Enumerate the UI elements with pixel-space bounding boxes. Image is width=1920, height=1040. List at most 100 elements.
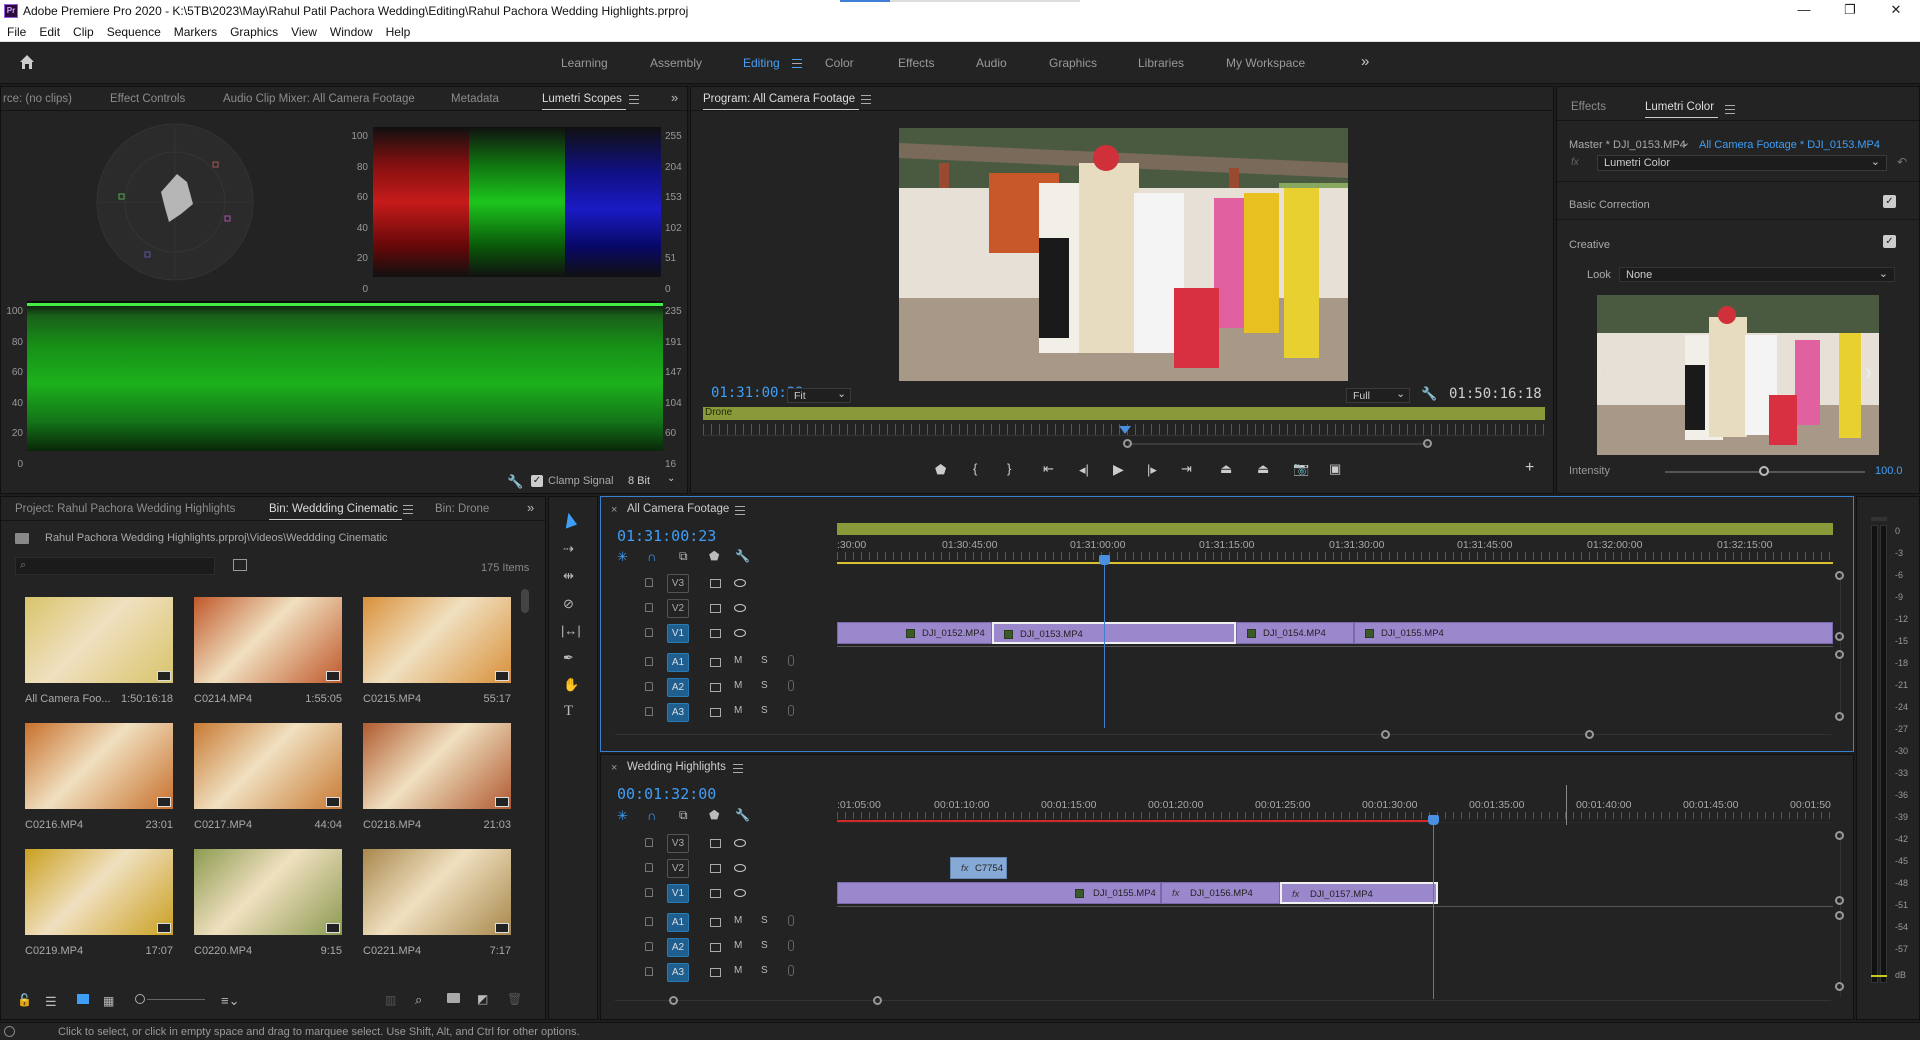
reset-effect-icon[interactable]: ↶ xyxy=(1897,155,1907,169)
workspace-audio[interactable]: Audio xyxy=(976,56,1007,70)
track-target-a3[interactable]: A3 xyxy=(667,963,689,982)
voiceover-mic-icon[interactable] xyxy=(788,940,794,951)
track-select-tool-icon[interactable]: ⇢ xyxy=(563,541,574,557)
freeform-view-icon[interactable]: ▦ xyxy=(103,994,114,1008)
find-icon[interactable]: ⌕ xyxy=(415,992,422,1008)
mark-out-icon[interactable]: } xyxy=(1007,461,1011,476)
clip-thumbnail[interactable] xyxy=(25,723,173,809)
track-lock-icon[interactable] xyxy=(645,657,653,666)
scroll-handle-top[interactable] xyxy=(1835,831,1844,840)
look-select[interactable]: None ⌄ xyxy=(1619,267,1895,282)
add-marker-icon[interactable]: ⬟ xyxy=(935,462,946,478)
timeline-settings-wrench-icon[interactable]: 🔧 xyxy=(735,549,750,563)
mute-button[interactable]: M xyxy=(734,705,742,716)
new-search-bin-icon[interactable] xyxy=(233,559,247,571)
tab-bin-drone[interactable]: Bin: Drone xyxy=(435,503,489,515)
bit-depth-select[interactable]: 8 Bit xyxy=(628,475,650,487)
maximize-button[interactable]: ❐ xyxy=(1830,2,1870,20)
linked-selection-icon[interactable]: ⧉ xyxy=(679,549,688,564)
track-target-v1[interactable]: V1 xyxy=(667,884,689,903)
tab-effect-controls[interactable]: Effect Controls xyxy=(110,93,185,105)
sort-icons-icon[interactable]: ≡⌄ xyxy=(221,993,239,1009)
look-preview-thumbnail[interactable] xyxy=(1597,295,1879,455)
track-visibility-eye-icon[interactable] xyxy=(734,864,746,872)
clip-thumbnail[interactable] xyxy=(194,597,342,683)
track-lock-icon[interactable] xyxy=(645,628,653,637)
track-visibility-eye-icon[interactable] xyxy=(734,889,746,897)
solo-button[interactable]: S xyxy=(761,655,768,666)
panel-overflow-icon[interactable]: » xyxy=(671,90,678,105)
solo-button[interactable]: S xyxy=(761,965,768,976)
scope-settings-wrench-icon[interactable]: 🔧 xyxy=(507,474,523,490)
lumetri-effect-select[interactable]: Lumetri Color ⌄ xyxy=(1597,155,1887,171)
add-button-icon[interactable]: + xyxy=(1525,459,1534,477)
nest-toggle-icon[interactable]: ✳ xyxy=(617,549,628,565)
tab-source[interactable]: rce: (no clips) xyxy=(3,93,72,105)
icon-view-icon[interactable] xyxy=(77,994,89,1004)
mute-button[interactable]: M xyxy=(734,915,742,926)
snap-magnet-icon[interactable]: ∩ xyxy=(647,808,656,823)
sync-lock-film-icon[interactable] xyxy=(710,889,721,898)
slip-tool-icon[interactable]: |↔| xyxy=(561,623,581,638)
minimize-button[interactable]: — xyxy=(1784,2,1824,20)
scroll-handle-mid[interactable] xyxy=(1835,911,1844,920)
menu-window[interactable]: Window xyxy=(323,22,379,39)
seq1-playhead-handle[interactable] xyxy=(1099,555,1110,565)
seq2-time-ruler[interactable]: :01:05:00 00:01:10:00 00:01:15:00 00:01:… xyxy=(837,791,1833,823)
seq1-h-scrollbar[interactable] xyxy=(615,734,1831,735)
menu-clip[interactable]: Clip xyxy=(66,22,100,39)
selection-tool-icon[interactable] xyxy=(560,511,578,529)
scroll-handle-mid[interactable] xyxy=(1835,896,1844,905)
program-monitor-title[interactable]: Program: All Camera Footage xyxy=(703,93,860,110)
track-target-v3[interactable]: V3 xyxy=(667,574,689,593)
timeline-clip[interactable]: fx DJI_0156.MP4 xyxy=(1161,882,1280,904)
scroll-handle-right[interactable] xyxy=(873,996,882,1005)
track-lock-icon[interactable] xyxy=(645,942,653,951)
seq2-playhead-handle[interactable] xyxy=(1428,815,1439,825)
hand-tool-icon[interactable]: ✋ xyxy=(563,677,579,693)
basic-correction-checkbox[interactable]: ✓ xyxy=(1883,195,1896,208)
workspace-editing[interactable]: Editing xyxy=(743,56,780,70)
close-window-button[interactable]: ✕ xyxy=(1876,2,1916,20)
track-lock-icon[interactable] xyxy=(645,578,653,587)
go-to-in-icon[interactable]: ⇤ xyxy=(1043,461,1054,477)
track-target-a1[interactable]: A1 xyxy=(667,913,689,932)
workspace-libraries[interactable]: Libraries xyxy=(1138,56,1184,70)
timeline-clip-selected[interactable]: fx DJI_0157.MP4 xyxy=(1280,882,1438,904)
sequence-timecode[interactable]: 01:31:00:23 xyxy=(617,527,716,545)
scroll-handle-left[interactable] xyxy=(1123,439,1132,448)
nest-toggle-icon[interactable]: ✳ xyxy=(617,808,628,824)
timeline-clip[interactable]: DJI_0152.MP4 xyxy=(837,622,992,644)
track-target-v3[interactable]: V3 xyxy=(667,834,689,853)
track-target-a3[interactable]: A3 xyxy=(667,703,689,722)
trash-icon[interactable]: 🗑 xyxy=(507,992,522,1006)
solo-button[interactable]: S xyxy=(761,680,768,691)
lock-icon[interactable]: 🔓 xyxy=(17,993,32,1007)
solo-button[interactable]: S xyxy=(761,940,768,951)
lumetri-target-clip[interactable]: All Camera Footage * DJI_0153.MP4 xyxy=(1699,139,1880,151)
workspace-overflow-button[interactable]: » xyxy=(1361,53,1369,70)
step-forward-icon[interactable]: |▸ xyxy=(1147,462,1157,478)
seq1-playhead[interactable] xyxy=(1104,557,1105,728)
scroll-handle-right[interactable] xyxy=(1423,439,1432,448)
solo-button[interactable]: S xyxy=(761,705,768,716)
tab-audio-clip-mixer[interactable]: Audio Clip Mixer: All Camera Footage xyxy=(223,93,415,105)
bit-depth-chevron-icon[interactable]: ⌄ xyxy=(667,473,675,484)
clip-thumbnail[interactable] xyxy=(25,597,173,683)
voiceover-mic-icon[interactable] xyxy=(788,965,794,976)
track-target-v2[interactable]: V2 xyxy=(667,859,689,878)
workspace-learning[interactable]: Learning xyxy=(561,56,608,70)
sync-lock-film-icon[interactable] xyxy=(710,839,721,848)
close-sequence-icon[interactable]: × xyxy=(611,504,617,516)
export-frame-camera-icon[interactable]: 📷 xyxy=(1293,461,1309,477)
intensity-value[interactable]: 100.0 xyxy=(1875,465,1903,477)
workspace-effects[interactable]: Effects xyxy=(898,56,934,70)
master-chevron-icon[interactable]: ⌄ xyxy=(1681,136,1690,149)
lumetri-master-clip[interactable]: Master * DJI_0153.MP4 xyxy=(1569,139,1686,151)
sync-lock-film-icon[interactable] xyxy=(710,918,721,927)
basic-correction-header[interactable]: Basic Correction xyxy=(1569,199,1650,211)
menu-graphics[interactable]: Graphics xyxy=(223,22,284,39)
sync-lock-film-icon[interactable] xyxy=(710,658,721,667)
timeline-clip[interactable]: DJI_0154.MP4 xyxy=(1236,622,1354,644)
solo-button[interactable]: S xyxy=(761,915,768,926)
